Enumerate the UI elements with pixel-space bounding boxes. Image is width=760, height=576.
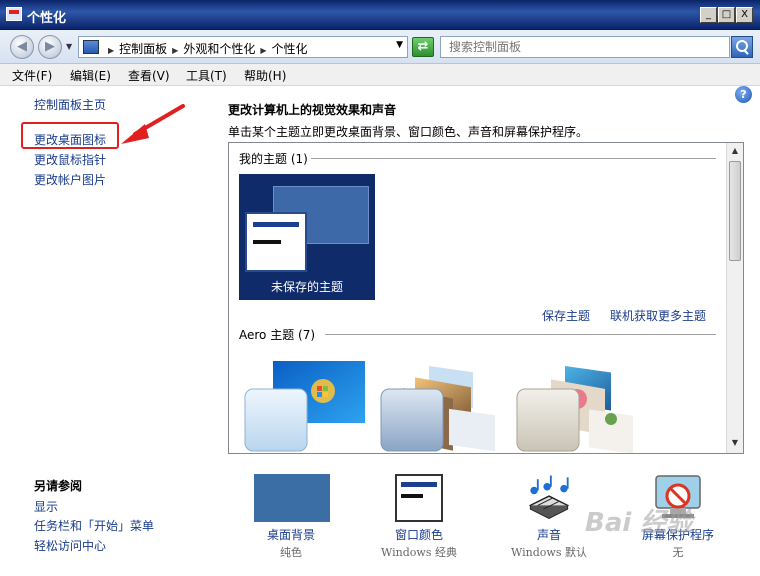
back-arrow-icon: ◀: [17, 39, 27, 54]
my-themes-label: 我的主题 (1): [239, 152, 308, 166]
recent-pages-dropdown[interactable]: ▼: [66, 42, 72, 51]
menu-view[interactable]: 查看(V): [128, 67, 170, 84]
title-bar[interactable]: 个性化 _ □ X: [0, 0, 760, 30]
change-mouse-pointer-link[interactable]: 更改鼠标指针: [34, 151, 106, 168]
theme-list-scrollbar[interactable]: ▲ ▼: [726, 143, 743, 453]
aero-theme-characters-thumbnail[interactable]: [515, 359, 639, 454]
theme-preview-window: [245, 212, 307, 272]
menu-help[interactable]: 帮助(H): [244, 67, 286, 84]
unsaved-theme-tile[interactable]: 未保存的主题: [239, 174, 375, 300]
control-panel-icon: [83, 40, 99, 54]
aero-themes-label: Aero 主题 (7): [239, 328, 316, 342]
breadcrumb: ▶ 控制面板 ▶ 外观和个性化 ▶ 个性化: [103, 40, 308, 57]
menu-file[interactable]: 文件(F): [12, 67, 52, 84]
chevron-right-icon[interactable]: ▶: [260, 46, 266, 55]
menu-edit[interactable]: 编辑(E): [70, 67, 111, 84]
refresh-icon: ⇄: [417, 39, 429, 54]
forward-arrow-icon: ▶: [45, 39, 55, 54]
aero-theme-architecture-thumbnail[interactable]: [379, 359, 503, 454]
get-more-themes-link[interactable]: 联机获取更多主题: [610, 307, 706, 324]
window-color-icon: [395, 474, 443, 522]
theme-preview-titlebar: [253, 222, 299, 227]
back-button[interactable]: ◀: [10, 35, 34, 59]
section-divider: [311, 158, 716, 159]
desktop-background-label: 桌面背景: [266, 528, 315, 542]
maximize-button[interactable]: □: [718, 7, 735, 23]
chevron-down-icon[interactable]: ▼: [396, 40, 403, 50]
see-also-ease-of-access-link[interactable]: 轻松访问中心: [34, 537, 106, 554]
chevron-right-icon[interactable]: ▶: [108, 46, 114, 55]
menu-tools[interactable]: 工具(T): [186, 67, 227, 84]
refresh-button[interactable]: ⇄: [412, 37, 434, 57]
control-panel-home-link[interactable]: 控制面板主页: [34, 96, 106, 113]
breadcrumb-control-panel[interactable]: 控制面板: [119, 42, 167, 56]
scroll-up-icon[interactable]: ▲: [729, 145, 741, 157]
close-button[interactable]: X: [736, 7, 753, 23]
address-toolbar: ◀ ▶ ▼ ▶ 控制面板 ▶ 外观和个性化 ▶ 个性化 ▼ ⇄: [0, 30, 760, 64]
page-title: 更改计算机上的视觉效果和声音: [228, 103, 397, 117]
search-input[interactable]: [440, 36, 730, 58]
sound-label: 声音: [536, 528, 561, 542]
annotation-highlight-box: [21, 122, 119, 149]
menu-bar: 文件(F) 编辑(E) 查看(V) 工具(T) 帮助(H): [0, 64, 760, 86]
see-also-taskbar-link[interactable]: 任务栏和「开始」菜单: [34, 517, 154, 534]
sound-value: Windows 默认: [511, 546, 587, 559]
window-title: 个性化: [27, 11, 67, 26]
change-account-picture-link[interactable]: 更改帐户图片: [34, 171, 106, 188]
breadcrumb-personalization[interactable]: 个性化: [272, 42, 308, 56]
see-also-display-link[interactable]: 显示: [34, 498, 58, 515]
help-icon[interactable]: ?: [735, 86, 752, 103]
screensaver-value: 无: [672, 546, 684, 559]
unsaved-theme-name: 未保存的主题: [270, 280, 343, 294]
sound-icon: [528, 475, 570, 519]
annotation-arrow-icon: [121, 104, 185, 144]
desktop-background-icon: [254, 474, 330, 522]
window-color-label: 窗口颜色: [394, 528, 443, 542]
see-also-title: 另请参阅: [34, 479, 83, 493]
address-field[interactable]: ▶ 控制面板 ▶ 外观和个性化 ▶ 个性化 ▼: [78, 36, 408, 58]
window-color-value: Windows 经典: [381, 546, 457, 559]
search-icon[interactable]: [731, 36, 753, 58]
personalization-app-icon: [6, 7, 22, 21]
aero-theme-windows7-thumbnail[interactable]: [243, 359, 367, 454]
chevron-right-icon[interactable]: ▶: [172, 46, 178, 55]
theme-list[interactable]: 我的主题 (1) 未保存的主题 保存主题 联机获取更多主题 Aero 主题 (7…: [228, 142, 744, 454]
scrollbar-thumb[interactable]: [729, 161, 741, 261]
scroll-down-icon[interactable]: ▼: [729, 437, 741, 449]
breadcrumb-appearance[interactable]: 外观和个性化: [183, 42, 255, 56]
theme-preview-text: [253, 240, 281, 244]
forward-button[interactable]: ▶: [38, 35, 62, 59]
desktop-background-value: 纯色: [280, 546, 302, 559]
baidu-watermark: Bai 经验: [585, 508, 693, 538]
page-description: 单击某个主题立即更改桌面背景、窗口颜色、声音和屏幕保护程序。: [228, 125, 589, 139]
save-theme-link[interactable]: 保存主题: [542, 307, 590, 324]
section-divider: [325, 334, 716, 335]
minimize-button[interactable]: _: [700, 7, 717, 23]
